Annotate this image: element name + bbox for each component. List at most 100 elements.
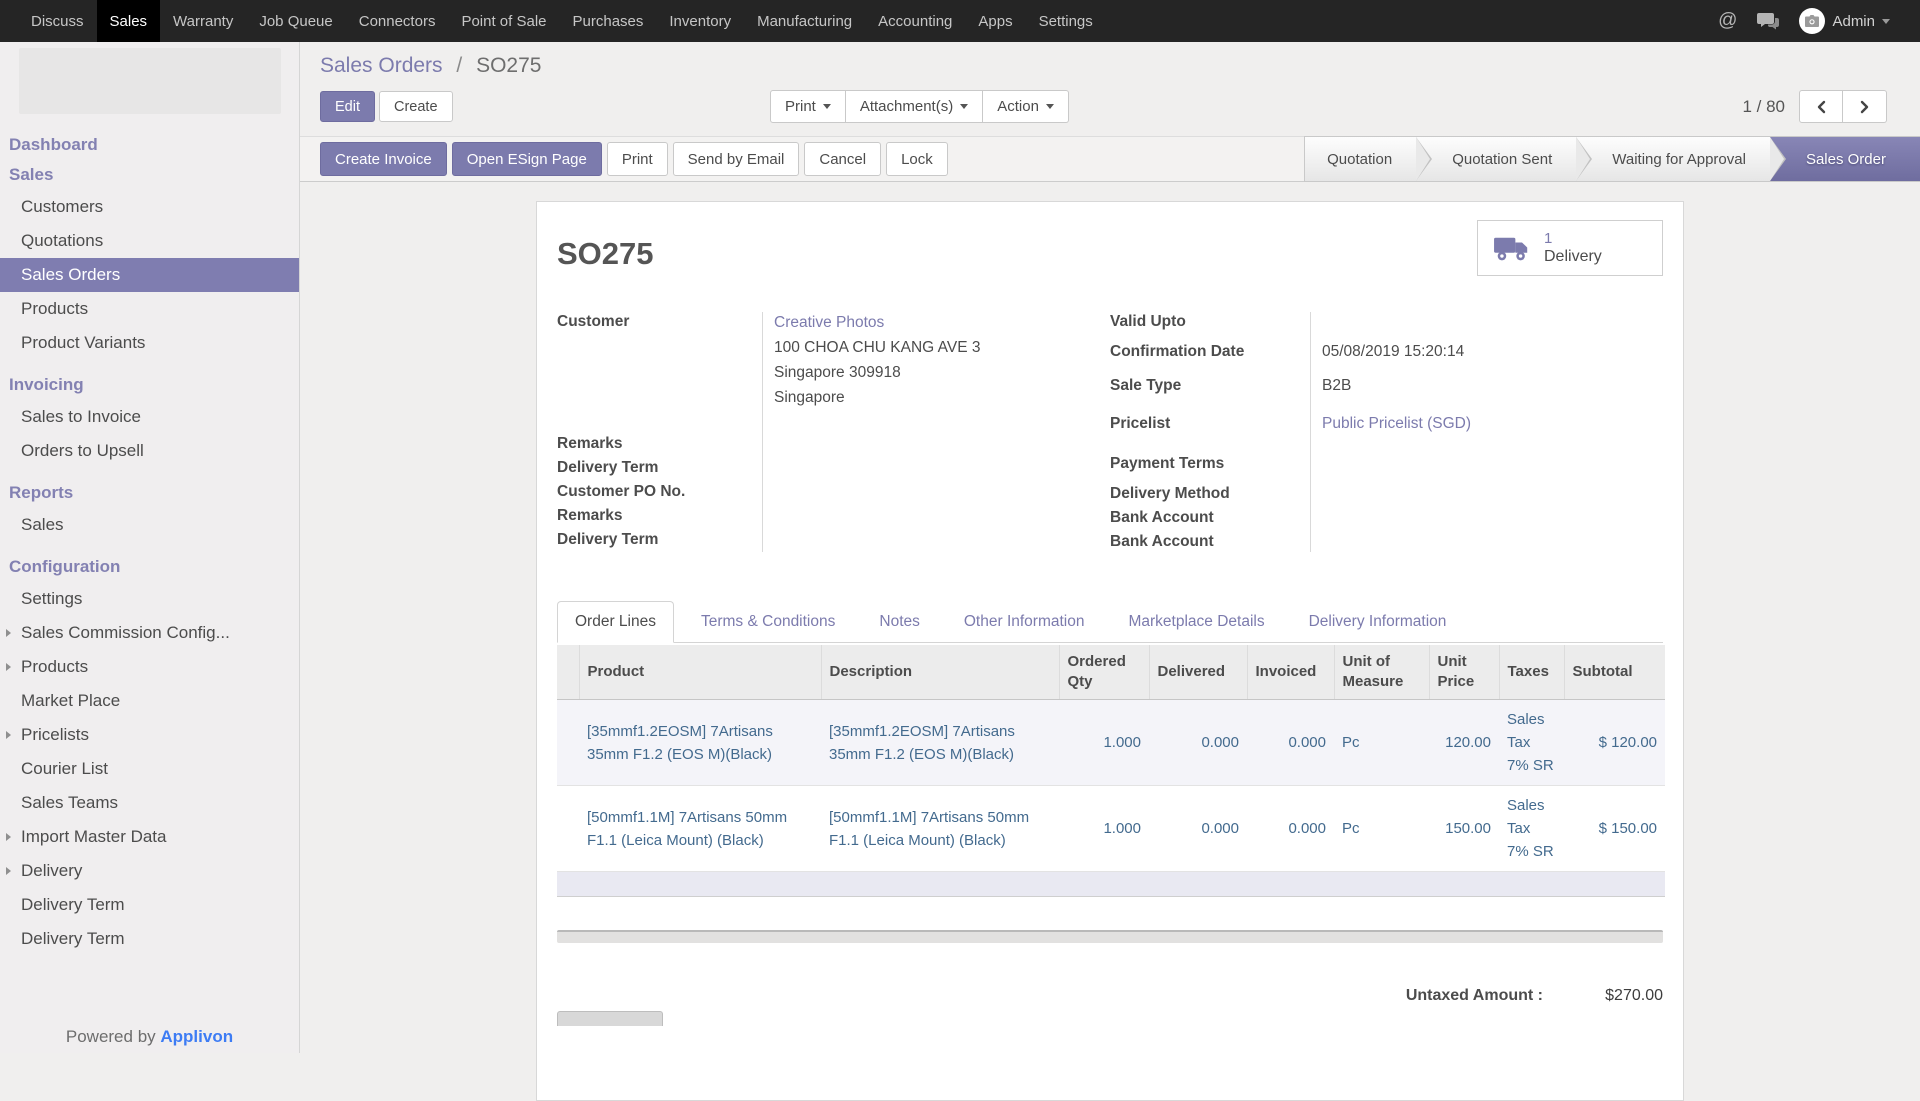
lock-button[interactable]: Lock	[886, 142, 948, 176]
top-menu-bar: Discuss Sales Warranty Job Queue Connect…	[0, 0, 1920, 42]
cell-description: [35mmf1.2EOSM] 7Artisans 35mm F1.2 (EOS …	[821, 699, 1059, 786]
sidebar-item-sales-teams[interactable]: Sales Teams	[0, 786, 299, 820]
menu-settings[interactable]: Settings	[1026, 0, 1106, 42]
sidebar-item-sales-commission-config[interactable]: Sales Commission Config...	[0, 616, 299, 650]
stage-quotation-sent[interactable]: Quotation Sent	[1416, 137, 1593, 181]
sidebar-header-dashboard[interactable]: Dashboard	[0, 130, 299, 160]
edit-button[interactable]: Edit	[320, 91, 375, 122]
sidebar-item-market-place[interactable]: Market Place	[0, 684, 299, 718]
sidebar-item-sales-orders[interactable]: Sales Orders	[0, 258, 299, 292]
chat-bubbles-icon[interactable]	[1757, 12, 1780, 30]
create-invoice-button[interactable]: Create Invoice	[320, 142, 447, 176]
sidebar-item-delivery-term-1[interactable]: Delivery Term	[0, 888, 299, 922]
sidebar-item-delivery[interactable]: Delivery	[0, 854, 299, 888]
cell-ordered-qty: 1.000	[1059, 699, 1149, 786]
remarks-label: Remarks	[557, 435, 623, 452]
tab-marketplace-details[interactable]: Marketplace Details	[1111, 602, 1281, 642]
print-dropdown-button[interactable]: Print	[770, 90, 846, 123]
pager-next-button[interactable]	[1843, 90, 1887, 123]
create-button[interactable]: Create	[379, 91, 453, 122]
notebook-tabs: Order Lines Terms & Conditions Notes Oth…	[557, 601, 1663, 643]
menu-discuss[interactable]: Discuss	[18, 0, 97, 42]
expand-arrow-icon	[6, 629, 11, 637]
cell-description: [50mmf1.1M] 7Artisans 50mm F1.1 (Leica M…	[821, 785, 1059, 872]
user-menu[interactable]: Admin	[1799, 8, 1890, 34]
col-invoiced: Invoiced	[1246, 645, 1334, 700]
status-pipeline: Quotation Quotation Sent Waiting for App…	[1304, 136, 1920, 182]
col-ordered-qty: Ordered Qty	[1058, 645, 1149, 700]
breadcrumb-sales-orders[interactable]: Sales Orders	[320, 54, 443, 77]
menu-sales[interactable]: Sales	[96, 0, 161, 42]
sidebar-item-settings[interactable]: Settings	[0, 582, 299, 616]
applivon-link[interactable]: Applivon	[160, 1027, 233, 1046]
customer-link[interactable]: Creative Photos	[774, 310, 1110, 335]
tab-other-information[interactable]: Other Information	[947, 602, 1102, 642]
delivery-method-label: Delivery Method	[1110, 485, 1230, 502]
menu-job-queue[interactable]: Job Queue	[246, 0, 345, 42]
bank-account2-value	[1310, 530, 1663, 554]
cancel-button[interactable]: Cancel	[804, 142, 882, 176]
tab-order-lines[interactable]: Order Lines	[557, 601, 674, 643]
print-button[interactable]: Print	[606, 142, 668, 176]
empty-line-row[interactable]	[557, 871, 1665, 897]
sidebar-item-sales-to-invoice[interactable]: Sales to Invoice	[0, 400, 299, 434]
bank-account-label: Bank Account	[1110, 509, 1214, 526]
customer-po-no-label: Customer PO No.	[557, 483, 686, 500]
send-by-email-button[interactable]: Send by Email	[672, 142, 800, 176]
menu-manufacturing[interactable]: Manufacturing	[744, 0, 865, 42]
sidebar-item-sales-report[interactable]: Sales	[0, 508, 299, 542]
camera-icon	[1805, 15, 1820, 27]
delivery-smart-button[interactable]: 1 Delivery	[1477, 220, 1663, 276]
pricelist-link[interactable]: Public Pricelist (SGD)	[1310, 412, 1663, 436]
menu-connectors[interactable]: Connectors	[346, 0, 449, 42]
menu-point-of-sale[interactable]: Point of Sale	[448, 0, 559, 42]
attachments-dropdown-button[interactable]: Attachment(s)	[845, 90, 984, 123]
sidebar-header-sales[interactable]: Sales	[0, 160, 299, 190]
stage-waiting-for-approval[interactable]: Waiting for Approval	[1576, 137, 1786, 181]
sidebar-item-customers[interactable]: Customers	[0, 190, 299, 224]
mentions-icon[interactable]: @	[1718, 10, 1737, 32]
delivery-term2-value	[762, 528, 1110, 552]
stage-quotation[interactable]: Quotation	[1305, 137, 1433, 181]
cell-subtotal: $ 150.00	[1564, 785, 1665, 872]
main-area: Sales Orders / SO275 Edit Create Print A…	[300, 42, 1920, 1101]
order-line-row[interactable]: [50mmf1.1M] 7Artisans 50mm F1.1 (Leica M…	[557, 785, 1665, 872]
cell-ordered-qty: 1.000	[1059, 785, 1149, 872]
order-line-row[interactable]: [35mmf1.2EOSM] 7Artisans 35mm F1.2 (EOS …	[557, 699, 1665, 786]
action-dropdown-button[interactable]: Action	[983, 90, 1069, 123]
sidebar-item-product-variants[interactable]: Product Variants	[0, 326, 299, 360]
menu-apps[interactable]: Apps	[965, 0, 1025, 42]
untaxed-amount-label: Untaxed Amount :	[1405, 987, 1543, 1004]
cell-delivered: 0.000	[1149, 699, 1247, 786]
menu-purchases[interactable]: Purchases	[560, 0, 657, 42]
menu-warranty[interactable]: Warranty	[160, 0, 246, 42]
sidebar-item-courier-list[interactable]: Courier List	[0, 752, 299, 786]
col-subtotal: Subtotal	[1563, 645, 1665, 700]
sidebar-header-reports: Reports	[9, 483, 74, 502]
sidebar-item-orders-to-upsell[interactable]: Orders to Upsell	[0, 434, 299, 468]
menu-inventory[interactable]: Inventory	[656, 0, 744, 42]
stage-sales-order[interactable]: Sales Order	[1769, 137, 1920, 181]
user-name: Admin	[1832, 12, 1875, 30]
sidebar-item-quotations[interactable]: Quotations	[0, 224, 299, 258]
tab-delivery-information[interactable]: Delivery Information	[1292, 602, 1464, 642]
cell-taxes: Sales Tax 7% SR	[1499, 699, 1564, 786]
sidebar-item-config-products[interactable]: Products	[0, 650, 299, 684]
sidebar-item-delivery-term-2[interactable]: Delivery Term	[0, 922, 299, 956]
open-esign-page-button[interactable]: Open ESign Page	[451, 142, 602, 176]
pricelist-label: Pricelist	[1110, 415, 1171, 432]
cell-invoiced: 0.000	[1247, 785, 1334, 872]
menu-accounting[interactable]: Accounting	[865, 0, 965, 42]
breadcrumb-separator: /	[456, 54, 463, 77]
partial-bottom-button[interactable]	[557, 1011, 663, 1026]
tab-terms-conditions[interactable]: Terms & Conditions	[684, 602, 852, 642]
delivery-label: Delivery	[1544, 248, 1602, 265]
pager-previous-button[interactable]	[1799, 90, 1843, 123]
customer-label: Customer	[557, 313, 630, 330]
remarks-value	[762, 432, 1110, 456]
tab-notes[interactable]: Notes	[862, 602, 937, 642]
sidebar-item-import-master-data[interactable]: Import Master Data	[0, 820, 299, 854]
horizontal-scrollbar[interactable]	[557, 930, 1663, 943]
sidebar-item-products[interactable]: Products	[0, 292, 299, 326]
sidebar-item-pricelists[interactable]: Pricelists	[0, 718, 299, 752]
